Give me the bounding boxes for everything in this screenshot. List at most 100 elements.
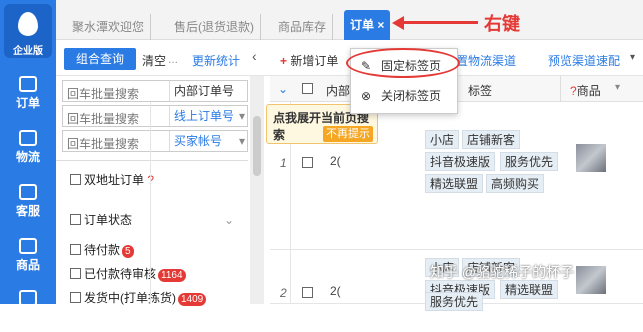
- service-icon: [19, 184, 37, 200]
- order-tag: 精选联盟: [425, 174, 484, 193]
- row-checkbox[interactable]: [302, 157, 313, 168]
- new-order-button[interactable]: + 新增订单: [280, 52, 338, 69]
- update-stats-link[interactable]: 更新统计: [192, 52, 240, 69]
- status-item[interactable]: 待付款 5: [70, 241, 134, 258]
- nav-item-service[interactable]: 客服: [0, 176, 56, 226]
- filter-label: 双地址订单: [84, 173, 145, 187]
- collapse-icon[interactable]: ‹: [252, 48, 257, 64]
- left-nav: 企业版 订单 物流 客服 商品: [0, 0, 56, 306]
- status-item[interactable]: 已付款待审核 1164: [70, 265, 186, 282]
- chevron-down-icon: ▾: [238, 109, 245, 123]
- order-tag: 小店: [425, 130, 460, 149]
- chevron-down-icon[interactable]: ▾: [615, 82, 620, 93]
- nav-item-orders[interactable]: 订单: [0, 68, 56, 118]
- app-logo[interactable]: 企业版: [4, 4, 52, 58]
- select-value: 买家帐号: [174, 134, 223, 148]
- search-input[interactable]: 回车批量搜索: [67, 135, 139, 152]
- left-panel-scrollbar[interactable]: [250, 76, 264, 304]
- column-divider: [560, 76, 561, 102]
- clear-button[interactable]: 清空: [142, 52, 166, 69]
- col-internal[interactable]: 内部: [326, 82, 350, 99]
- chevron-down-icon[interactable]: ⌄: [224, 213, 234, 227]
- new-order-label: 新增订单: [290, 54, 339, 68]
- order-icon: [19, 76, 37, 92]
- status-label: 待付款: [84, 243, 121, 257]
- select-all-checkbox[interactable]: [302, 83, 313, 94]
- order-tag: 高频购买: [486, 174, 545, 193]
- nav-label: 客服: [15, 204, 40, 218]
- col-product[interactable]: ?商品: [570, 82, 601, 99]
- order-number[interactable]: 2(: [330, 284, 341, 298]
- logo-label: 企业版: [13, 46, 43, 57]
- row-index: 2: [280, 286, 287, 300]
- nav-item-products[interactable]: 商品: [0, 230, 56, 280]
- select-value: 线上订单号: [174, 109, 235, 123]
- search-field-select[interactable]: 内部订单号: [169, 81, 249, 101]
- dont-show-again-button[interactable]: 不再提示: [323, 126, 373, 142]
- checkbox[interactable]: [70, 268, 81, 279]
- chevron-down-icon: ▾: [238, 134, 245, 148]
- status-item[interactable]: 发货中(打单拣货) 1409: [70, 289, 207, 306]
- more-button[interactable]: ...: [168, 52, 178, 66]
- checkbox[interactable]: [70, 244, 81, 255]
- plus-icon: +: [280, 54, 288, 68]
- search-input[interactable]: 回车批量搜索: [67, 85, 139, 102]
- col-product-label: 商品: [576, 84, 601, 98]
- water-drop-icon: [18, 12, 38, 36]
- product-icon: [19, 238, 37, 254]
- preview-channel-button[interactable]: 预览渠道速配: [548, 52, 620, 69]
- logistics-icon: [19, 130, 37, 146]
- order-status-filter[interactable]: 订单状态: [70, 211, 132, 228]
- column-divider: [150, 102, 151, 304]
- checkbox[interactable]: [70, 214, 81, 225]
- search-row-internal[interactable]: 回车批量搜索 内部订单号: [62, 80, 248, 102]
- row-index: 1: [280, 156, 287, 170]
- tab-inventory[interactable]: 商品库存: [272, 14, 334, 40]
- col-tags[interactable]: 标签: [468, 82, 492, 99]
- close-circle-icon: ⊗: [361, 89, 372, 103]
- search-field-select[interactable]: 买家帐号 ▾: [169, 131, 249, 151]
- order-number[interactable]: 2(: [330, 154, 341, 168]
- tab-welcome[interactable]: 聚水潭欢迎您: [66, 14, 152, 40]
- product-thumbnail[interactable]: [576, 144, 606, 172]
- menu-item-label: 关闭标签页: [381, 89, 442, 103]
- menu-item-close-tab[interactable]: ⊗ 关闭标签页: [351, 83, 459, 109]
- status-label: 发货中(打单拣货): [84, 291, 176, 305]
- left-panel-toolbar: 组合查询 清空 ... 更新统计 ‹: [56, 40, 270, 76]
- checkbox[interactable]: [70, 292, 81, 303]
- tab-after-sale[interactable]: 售后(退货退款): [168, 14, 261, 40]
- select-value: 内部订单号: [174, 84, 235, 98]
- table-row[interactable]: 2 2( 小店 店铺新客 抖音极速版 精选联盟 服务优先: [270, 258, 643, 311]
- expand-chevron-icon[interactable]: ⌄: [278, 82, 288, 96]
- count-badge: 5: [122, 245, 134, 258]
- product-thumbnail[interactable]: [576, 266, 606, 294]
- annotation-circle: [346, 48, 460, 78]
- nav-label: 订单: [15, 96, 40, 110]
- search-row-buyer[interactable]: 回车批量搜索 买家帐号 ▾: [62, 130, 248, 152]
- scrollbar-thumb[interactable]: [253, 116, 261, 176]
- search-row-online[interactable]: 回车批量搜索 线上订单号 ▾: [62, 105, 248, 127]
- count-badge: 1164: [158, 269, 186, 282]
- order-tag: 店铺新客: [462, 130, 521, 149]
- checkbox[interactable]: [70, 174, 81, 185]
- annotation-label: 右键: [484, 14, 520, 34]
- filters-panel: 双地址订单 ? 订单状态 ⌄ 待付款5 已付款待审核1164 发货中(打单拣货)…: [56, 160, 248, 306]
- nav-label: 物流: [15, 150, 40, 164]
- tab-close-icon[interactable]: ×: [377, 18, 384, 32]
- order-tag: 服务优先: [500, 152, 559, 171]
- double-address-filter[interactable]: 双地址订单 ?: [70, 171, 154, 188]
- nav-item-more[interactable]: [0, 282, 56, 332]
- nav-label: 商品: [15, 258, 40, 272]
- chevron-down-icon[interactable]: ▾: [630, 52, 635, 63]
- count-badge: 1409: [178, 293, 207, 306]
- tab-bar: 聚水潭欢迎您 售后(退货退款) 商品库存 订单 ×: [56, 0, 643, 40]
- search-field-select[interactable]: 线上订单号 ▾: [169, 106, 249, 126]
- filter-label: 订单状态: [84, 213, 133, 227]
- row-checkbox[interactable]: [302, 287, 313, 298]
- search-input[interactable]: 回车批量搜索: [67, 110, 139, 127]
- help-icon[interactable]: ?: [570, 84, 577, 98]
- combo-query-button[interactable]: 组合查询: [64, 48, 136, 70]
- nav-item-logistics[interactable]: 物流: [0, 122, 56, 172]
- tab-orders[interactable]: 订单 ×: [344, 10, 391, 40]
- table-row[interactable]: 1 2( 小店 店铺新客 抖音极速版 服务优先 精选联盟 高频购买: [270, 130, 643, 250]
